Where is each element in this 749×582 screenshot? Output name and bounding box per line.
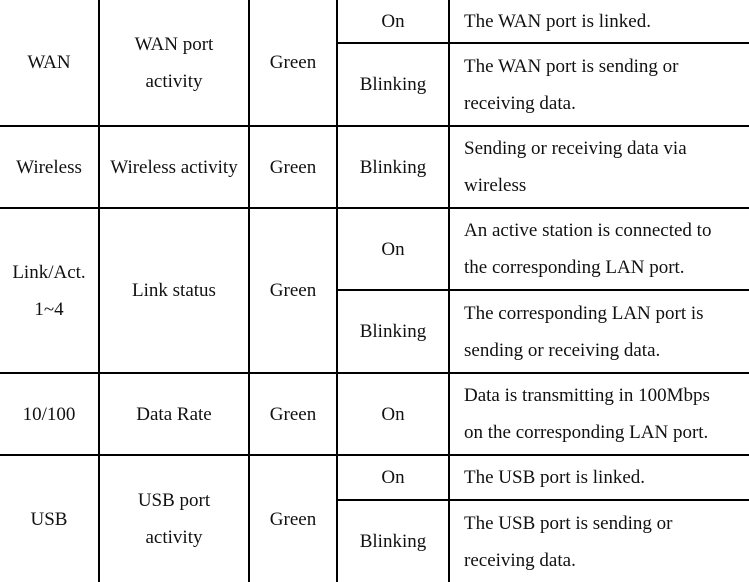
description-line: The corresponding LAN port is bbox=[464, 302, 704, 324]
description-line: An active station is connected to bbox=[464, 220, 712, 241]
status-cell: Blinking bbox=[338, 127, 448, 207]
color-cell: Green bbox=[250, 127, 336, 207]
status-cell: Blinking bbox=[338, 291, 448, 372]
description-line: wireless bbox=[464, 175, 527, 196]
function-cell: Data Rate bbox=[100, 374, 248, 454]
function-cell: USB port activity bbox=[100, 456, 248, 582]
description-line: Data is transmitting in 100Mbps bbox=[464, 385, 710, 406]
function-cell: Link status bbox=[100, 209, 248, 372]
led-status: Blinking bbox=[359, 531, 427, 552]
led-color: Green bbox=[269, 52, 317, 73]
led-status: On bbox=[381, 238, 405, 260]
led-name: Wireless bbox=[16, 156, 82, 178]
function-text: Link status bbox=[132, 280, 216, 301]
led-status: Blinking bbox=[359, 156, 427, 178]
status-cell: Blinking bbox=[338, 501, 448, 582]
status-cell: On bbox=[338, 374, 448, 454]
description-cell: The WAN port is linked. bbox=[450, 0, 749, 42]
description-line: receiving data. bbox=[464, 549, 576, 571]
function-text: Data Rate bbox=[136, 403, 212, 425]
description-line: The USB port is sending or bbox=[464, 512, 673, 534]
led-color: Green bbox=[269, 403, 317, 425]
description-line: The WAN port is sending or bbox=[464, 55, 679, 77]
description-cell: Sending or receiving data via wireless bbox=[450, 127, 749, 207]
description-cell: The WAN port is sending or receiving dat… bbox=[450, 44, 749, 125]
led-status: Blinking bbox=[359, 321, 427, 342]
description-line: Sending or receiving data via bbox=[464, 138, 687, 159]
led-status: Blinking bbox=[359, 74, 427, 95]
function-text: Wireless activity bbox=[110, 156, 238, 178]
description-cell: An active station is connected to the co… bbox=[450, 209, 749, 289]
description-line: sending or receiving data. bbox=[464, 339, 661, 361]
description-line: on the corresponding LAN port. bbox=[464, 422, 709, 443]
led-status: On bbox=[381, 467, 405, 488]
status-cell: On bbox=[338, 0, 448, 42]
led-name: 10/100 bbox=[22, 403, 76, 425]
description-line: The WAN port is linked. bbox=[464, 10, 651, 32]
color-cell: Green bbox=[250, 456, 336, 582]
function-line: WAN port bbox=[134, 33, 214, 55]
color-cell: Green bbox=[250, 209, 336, 372]
led-name-cell: Link/Act. 1~4 bbox=[0, 209, 98, 372]
description-cell: The USB port is linked. bbox=[450, 456, 749, 499]
led-name-cell: WAN bbox=[0, 0, 98, 125]
description-cell: Data is transmitting in 100Mbps on the c… bbox=[450, 374, 749, 454]
led-status: On bbox=[381, 10, 405, 32]
status-cell: Blinking bbox=[338, 44, 448, 125]
function-cell: Wireless activity bbox=[100, 127, 248, 207]
led-status: On bbox=[381, 403, 405, 425]
led-name: USB bbox=[30, 508, 68, 530]
function-cell: WAN port activity bbox=[100, 0, 248, 125]
led-color: Green bbox=[269, 280, 317, 301]
function-line: USB port bbox=[137, 490, 211, 511]
status-cell: On bbox=[338, 209, 448, 289]
function-line: activity bbox=[145, 70, 203, 92]
led-name-line: 1~4 bbox=[34, 298, 64, 320]
color-cell: Green bbox=[250, 0, 336, 125]
description-line: the corresponding LAN port. bbox=[464, 257, 685, 278]
led-name: WAN bbox=[27, 52, 71, 73]
led-name-cell: Wireless bbox=[0, 127, 98, 207]
description-cell: The USB port is sending or receiving dat… bbox=[450, 501, 749, 582]
color-cell: Green bbox=[250, 374, 336, 454]
status-cell: On bbox=[338, 456, 448, 499]
led-name-cell: 10/100 bbox=[0, 374, 98, 454]
description-cell: The corresponding LAN port is sending or… bbox=[450, 291, 749, 372]
led-name-line: Link/Act. bbox=[12, 261, 86, 283]
description-line: receiving data. bbox=[464, 92, 576, 114]
led-color: Green bbox=[269, 508, 317, 530]
function-line: activity bbox=[145, 527, 203, 548]
description-line: The USB port is linked. bbox=[464, 467, 646, 488]
led-name-cell: USB bbox=[0, 456, 98, 582]
led-color: Green bbox=[269, 156, 317, 178]
